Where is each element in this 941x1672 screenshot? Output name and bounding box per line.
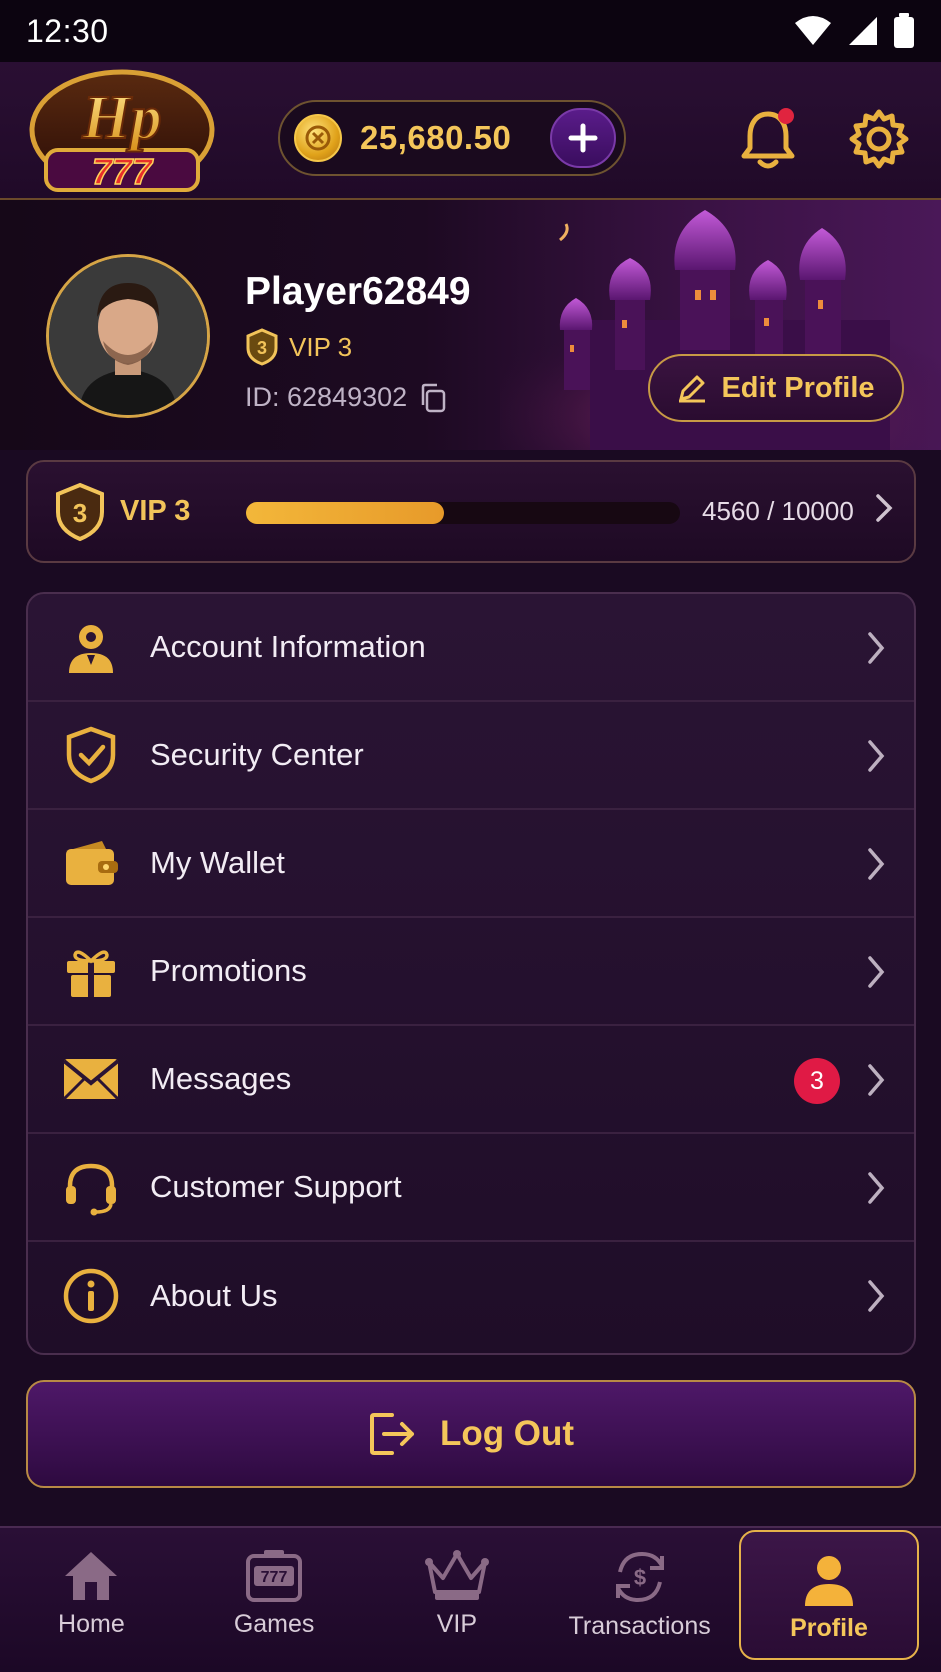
menu-item-security-center[interactable]: Security Center [28,702,914,810]
chevron-right-icon [868,1064,885,1096]
slot-machine-icon: 777 [246,1550,303,1602]
vip-shield-icon: 3 [56,482,104,541]
notifications-button[interactable] [738,106,798,172]
profile-hero: Player62849 3 VIP 3 ID: 62849302 Edit Pr… [0,200,941,450]
tab-vip[interactable]: VIP [366,1528,549,1672]
menu-item-my-wallet[interactable]: My Wallet [28,810,914,918]
headset-icon [60,1156,122,1218]
menu-item-label: Customer Support [150,1169,402,1204]
dollar-cycle-icon: $ [615,1551,664,1603]
settings-button[interactable] [848,108,910,170]
home-icon [65,1552,118,1600]
vip-progress-fill [246,502,444,524]
svg-text:3: 3 [257,338,267,358]
logout-icon [369,1413,414,1455]
add-funds-button[interactable] [550,108,616,168]
player-id-row: ID: 62849302 [245,382,447,413]
svg-text:3: 3 [73,498,87,528]
copy-icon[interactable] [419,383,447,413]
tab-label: VIP [436,1610,478,1638]
app-header: Hp 777 25,680.50 [0,62,941,200]
logout-label: Log Out [439,1414,575,1453]
vip-shield-icon: 3 [246,328,278,366]
menu-item-label: Account Information [150,629,426,664]
chevron-right-icon [876,494,893,522]
chevron-right-icon [868,956,885,988]
logo-hp-text: Hp [81,84,161,152]
profile-icon [805,1556,853,1606]
balance-amount: 25,680.50 [360,119,512,156]
bottom-tab-bar: Home 777 Games VIP $ Transactions Profil… [0,1526,941,1672]
vip-level-text: VIP 3 [289,331,353,362]
tab-label: Games [233,1610,315,1638]
svg-text:777: 777 [261,1569,288,1586]
pencil-icon [679,375,706,403]
chevron-right-icon [868,848,885,880]
chevron-right-icon [868,632,885,664]
vip-level-badge: 3 VIP 3 [245,328,352,366]
brand-logo[interactable]: Hp 777 [26,68,218,198]
battery-icon [894,13,914,48]
tab-label: Home [58,1610,125,1638]
menu-item-label: Promotions [150,953,307,988]
edit-profile-button[interactable]: Edit Profile [648,354,904,422]
gift-icon [60,940,122,1002]
vip-progress-track [246,502,680,524]
menu-item-label: About Us [150,1278,278,1313]
notification-dot [778,108,794,124]
wallet-icon [60,832,122,894]
menu-item-label: Messages [150,1061,292,1096]
profile-menu: Account Information Security Center My W… [26,592,916,1355]
chevron-right-icon [868,1172,885,1204]
menu-item-about-us[interactable]: About Us [28,1242,914,1350]
logout-button[interactable]: Log Out [26,1380,916,1488]
edit-profile-label: Edit Profile [721,371,875,404]
tab-profile[interactable]: Profile [739,1530,919,1660]
envelope-icon [60,1048,122,1110]
svg-text:$: $ [634,1565,646,1590]
plus-icon [568,123,598,153]
player-name: Player62849 [245,270,471,313]
status-bar: 12:30 [0,0,941,62]
signal-icon [849,17,877,45]
status-icons [793,13,915,49]
menu-item-customer-support[interactable]: Customer Support [28,1134,914,1242]
menu-item-label: My Wallet [150,845,285,880]
user-icon [60,616,122,678]
menu-item-promotions[interactable]: Promotions [28,918,914,1026]
unread-badge: 3 [794,1058,840,1104]
bell-icon [741,108,795,169]
vip-progress-text: 4560 / 10000 [702,496,854,526]
wifi-icon [795,16,831,45]
tab-label: Profile [790,1614,868,1642]
balance-pill: 25,680.50 [278,100,626,176]
chevron-right-icon [868,1280,885,1312]
vip-progress-label: VIP 3 [120,495,191,527]
coin-icon [294,114,342,162]
status-time: 12:30 [26,12,109,49]
shield-check-icon [60,724,122,786]
logo-777-text: 777 [92,151,154,192]
chevron-right-icon [868,740,885,772]
crown-icon [424,1550,489,1600]
tab-label: Transactions [568,1612,711,1640]
avatar[interactable] [46,254,210,418]
gear-icon [849,109,909,169]
player-id: ID: 62849302 [245,382,408,412]
tab-transactions[interactable]: $ Transactions [548,1528,731,1672]
menu-item-label: Security Center [150,737,364,772]
menu-item-account-information[interactable]: Account Information [28,594,914,702]
tab-games[interactable]: 777 Games [183,1528,366,1672]
menu-item-messages[interactable]: Messages 3 [28,1026,914,1134]
info-icon [60,1265,122,1327]
tab-home[interactable]: Home [0,1528,183,1672]
vip-progress-card[interactable]: 3 VIP 3 4560 / 10000 [26,460,916,563]
